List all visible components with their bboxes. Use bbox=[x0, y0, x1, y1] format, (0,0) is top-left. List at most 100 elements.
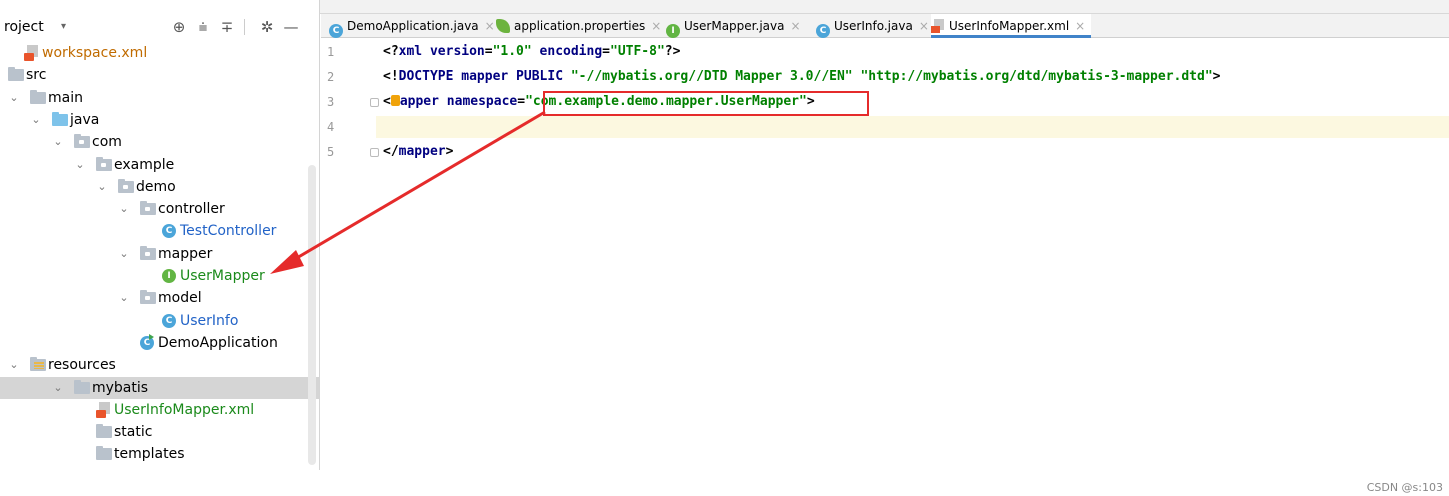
interface-icon: I bbox=[666, 24, 680, 38]
current-line-highlight bbox=[376, 116, 1449, 138]
code-token: apper namespace bbox=[399, 94, 518, 109]
tree-item-label: UserInfo bbox=[180, 312, 239, 329]
tree-item-mybatis[interactable]: ⌄ mybatis bbox=[0, 376, 319, 399]
tree-item-userinfomapper-xml[interactable]: UserInfoMapper.xml bbox=[0, 399, 319, 421]
code-line[interactable]: <!DOCTYPE mapper PUBLIC "-//mybatis.org/… bbox=[383, 66, 1220, 88]
code-token: = bbox=[602, 44, 610, 59]
chevron-down-icon[interactable]: ⌄ bbox=[52, 377, 64, 399]
code-editor[interactable]: 12345 <?xml version="1.0" encoding="UTF-… bbox=[321, 38, 1449, 470]
class-icon: C bbox=[816, 24, 830, 38]
code-token: "1.0" bbox=[492, 44, 532, 59]
tree-item-label: mybatis bbox=[92, 379, 149, 396]
tab-userinfo-java[interactable]: C UserInfo.java × bbox=[816, 14, 935, 38]
code-line[interactable]: <?xml version="1.0" encoding="UTF-8"?> bbox=[383, 41, 680, 63]
tree-item-resources[interactable]: ⌄ resources bbox=[0, 354, 319, 376]
tree-item-testcontroller[interactable]: C TestController bbox=[0, 220, 319, 242]
collapse-all-icon[interactable]: ∓ bbox=[218, 16, 236, 38]
line-number: 2 bbox=[327, 70, 335, 84]
xml-file-icon bbox=[24, 45, 40, 61]
project-panel-title[interactable]: roject bbox=[4, 16, 44, 38]
package-icon bbox=[140, 245, 156, 260]
project-panel-header: roject ▾ ⊕ ⩧ ∓ ✲ — bbox=[0, 16, 319, 38]
xml-file-icon bbox=[96, 401, 112, 418]
code-token: mapper bbox=[398, 144, 446, 159]
xml-file-icon bbox=[931, 19, 945, 33]
tree-item-label: mapper bbox=[158, 245, 213, 262]
gear-icon[interactable]: ✲ bbox=[258, 16, 276, 38]
chevron-down-icon[interactable]: ▾ bbox=[61, 16, 66, 38]
tree-item-label: DemoApplication bbox=[158, 334, 278, 351]
folder-icon bbox=[8, 67, 24, 82]
intention-bulb-icon[interactable] bbox=[390, 95, 400, 106]
header-divider bbox=[244, 19, 245, 35]
tree-item-workspace-xml[interactable]: workspace.xml bbox=[0, 42, 319, 64]
source-folder-icon bbox=[52, 111, 68, 126]
fold-marker-icon[interactable] bbox=[370, 148, 379, 157]
tree-item-usermapper[interactable]: I UserMapper bbox=[0, 265, 319, 287]
line-number: 1 bbox=[327, 45, 335, 59]
code-token: DOCTYPE mapper PUBLIC bbox=[398, 69, 564, 84]
code-token: "UTF-8" bbox=[610, 44, 665, 59]
chevron-down-icon[interactable]: ⌄ bbox=[96, 176, 108, 198]
tree-item-controller[interactable]: ⌄ controller bbox=[0, 198, 319, 220]
code-token: = bbox=[484, 44, 493, 59]
tree-item-static[interactable]: static bbox=[0, 421, 319, 443]
chevron-down-icon[interactable]: ⌄ bbox=[30, 109, 42, 131]
line-number: 4 bbox=[327, 120, 335, 134]
tree-item-templates[interactable]: templates bbox=[0, 443, 319, 465]
tree-item-userinfo[interactable]: C UserInfo bbox=[0, 310, 319, 332]
tree-item-src[interactable]: src bbox=[0, 64, 319, 86]
watermark: CSDN @s:103 bbox=[1366, 481, 1443, 494]
close-icon[interactable]: × bbox=[790, 19, 800, 33]
expand-all-icon[interactable]: ⩧ bbox=[194, 16, 212, 38]
chevron-down-icon[interactable]: ⌄ bbox=[52, 131, 64, 153]
chevron-down-icon[interactable]: ⌄ bbox=[118, 287, 130, 309]
tab-userinfomapper-xml[interactable]: UserInfoMapper.xml × bbox=[931, 14, 1092, 38]
tree-item-label: java bbox=[70, 111, 100, 128]
chevron-down-icon[interactable]: ⌄ bbox=[118, 243, 130, 265]
tree-item-mapper[interactable]: ⌄ mapper bbox=[0, 243, 319, 265]
tree-item-label: main bbox=[48, 89, 83, 106]
tree-item-label: demo bbox=[136, 178, 176, 195]
class-icon: C bbox=[162, 313, 176, 328]
crosshair-icon[interactable]: ⊕ bbox=[170, 16, 188, 38]
resources-folder-icon bbox=[30, 357, 46, 372]
tree-item-label: TestController bbox=[180, 223, 277, 240]
tree-item-java[interactable]: ⌄ java bbox=[0, 109, 319, 131]
tab-application-properties[interactable]: application.properties × bbox=[496, 14, 667, 38]
tree-item-label: resources bbox=[48, 357, 116, 374]
code-line[interactable]: </mapper> bbox=[383, 141, 453, 163]
tree-item-demo[interactable]: ⌄ demo bbox=[0, 176, 319, 198]
package-icon bbox=[118, 178, 134, 193]
tree-item-main[interactable]: ⌄ main bbox=[0, 87, 319, 109]
close-icon[interactable]: × bbox=[919, 19, 929, 33]
close-icon[interactable]: × bbox=[651, 19, 661, 33]
folder-icon bbox=[74, 379, 90, 394]
chevron-down-icon[interactable]: ⌄ bbox=[74, 154, 86, 176]
chevron-down-icon[interactable]: ⌄ bbox=[8, 87, 20, 109]
folder-icon bbox=[96, 424, 112, 439]
chevron-down-icon[interactable]: ⌄ bbox=[8, 354, 20, 376]
code-token: < bbox=[383, 94, 391, 109]
tree-item-demoapplication[interactable]: C DemoApplication bbox=[0, 332, 319, 354]
tree-item-com[interactable]: ⌄ com bbox=[0, 131, 319, 153]
package-icon bbox=[140, 201, 156, 216]
tab-demoapplication-java[interactable]: C DemoApplication.java × bbox=[329, 14, 501, 38]
code-token: "http://mybatis.org/dtd/mybatis-3-mapper… bbox=[860, 69, 1213, 84]
minimize-icon[interactable]: — bbox=[282, 16, 300, 38]
tab-usermapper-java[interactable]: I UserMapper.java × bbox=[666, 14, 807, 38]
package-icon bbox=[74, 134, 90, 149]
tree-item-model[interactable]: ⌄ model bbox=[0, 287, 319, 309]
chevron-down-icon[interactable]: ⌄ bbox=[118, 198, 130, 220]
annotation-highlight-box bbox=[543, 91, 869, 116]
tree-item-example[interactable]: ⌄ example bbox=[0, 154, 319, 176]
tab-label: DemoApplication.java bbox=[347, 19, 479, 33]
project-scrollbar[interactable] bbox=[308, 165, 316, 465]
close-icon[interactable]: × bbox=[485, 19, 495, 33]
code-token: ?> bbox=[664, 44, 681, 59]
package-icon bbox=[96, 156, 112, 171]
fold-marker-icon[interactable] bbox=[370, 98, 379, 107]
interface-icon: I bbox=[162, 269, 176, 283]
close-icon[interactable]: × bbox=[1075, 19, 1085, 33]
code-token: xml version bbox=[398, 44, 485, 59]
